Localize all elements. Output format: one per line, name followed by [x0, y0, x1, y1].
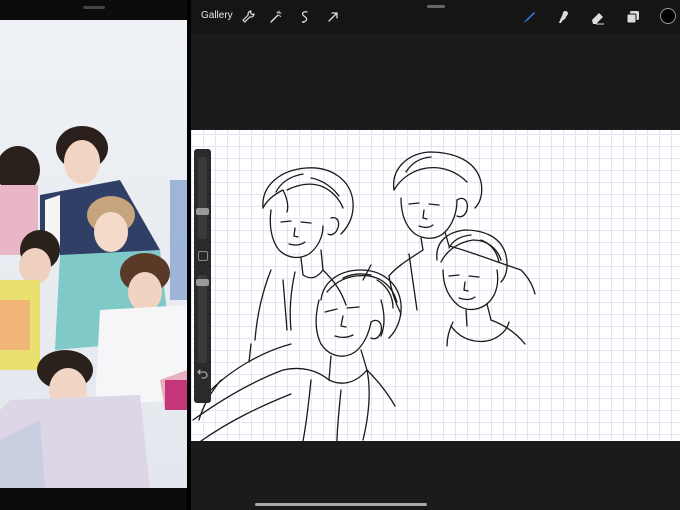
reference-photo: [0, 20, 187, 488]
color-picker-swatch[interactable]: [660, 8, 676, 24]
gallery-button[interactable]: Gallery: [201, 10, 233, 21]
reference-photo-pane: [0, 0, 187, 510]
modify-button[interactable]: [198, 251, 208, 261]
multitasking-handle[interactable]: [427, 5, 445, 8]
brush-size-slider[interactable]: [196, 157, 209, 239]
undo-icon[interactable]: [196, 367, 209, 380]
drawing-canvas[interactable]: [191, 130, 680, 442]
opacity-slider[interactable]: [196, 275, 209, 363]
magic-wand-icon[interactable]: [268, 9, 284, 25]
brush-icon[interactable]: [521, 9, 537, 25]
layers-icon[interactable]: [625, 9, 641, 25]
reference-photo-illustration: [0, 126, 187, 488]
brush-size-thumb[interactable]: [196, 208, 209, 215]
smudge-icon[interactable]: [556, 9, 572, 25]
reference-pane-topbar: [0, 0, 187, 20]
opacity-thumb[interactable]: [196, 279, 209, 286]
procreate-app-pane: Gallery: [191, 0, 680, 510]
top-toolbar: Gallery: [191, 0, 680, 34]
eraser-icon[interactable]: [590, 9, 606, 25]
sidebar: [194, 149, 211, 403]
wrench-icon[interactable]: [240, 9, 256, 25]
home-indicator[interactable]: [255, 503, 427, 506]
multitasking-handle[interactable]: [83, 6, 105, 9]
transform-arrow-icon[interactable]: [325, 9, 341, 25]
canvas-sketch: [192, 151, 536, 442]
selection-icon[interactable]: [297, 9, 313, 25]
